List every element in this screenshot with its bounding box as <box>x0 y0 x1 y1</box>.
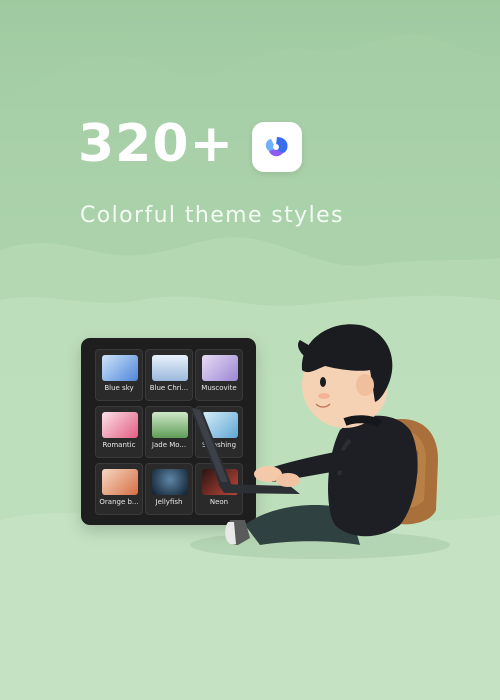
app-logo-icon <box>252 122 302 172</box>
theme-label: Orange b... <box>99 498 139 506</box>
flower-app-icon <box>265 137 288 157</box>
theme-thumbnail <box>102 355 138 381</box>
theme-label: Jellyfish <box>155 498 183 506</box>
theme-label: Romantic <box>102 441 136 449</box>
theme-thumbnail <box>152 355 188 381</box>
theme-tile-orange[interactable]: Orange b... <box>95 463 143 515</box>
theme-thumbnail <box>152 469 188 495</box>
subtitle: Colorful theme styles <box>80 203 344 228</box>
theme-tile-jade-mountain[interactable]: Jade Mo... <box>145 406 193 458</box>
theme-tile-jellyfish[interactable]: Jellyfish <box>145 463 193 515</box>
theme-thumbnail <box>102 469 138 495</box>
boy-with-laptop-illustration <box>190 324 438 545</box>
theme-tile-blue-christmas[interactable]: Blue Chri... <box>145 349 193 401</box>
theme-label: Jade Mo... <box>151 441 187 449</box>
theme-thumbnail <box>152 412 188 438</box>
theme-count-heading: 320+ <box>78 114 235 174</box>
theme-tile-romantic[interactable]: Romantic <box>95 406 143 458</box>
theme-label: Blue sky <box>104 384 134 392</box>
theme-tile-blue-sky[interactable]: Blue sky <box>95 349 143 401</box>
theme-label: Blue Chri... <box>149 384 189 392</box>
theme-thumbnail <box>102 412 138 438</box>
theme-promo-screen: 320+ Colorful theme styles Blue sky Blue… <box>0 0 500 700</box>
